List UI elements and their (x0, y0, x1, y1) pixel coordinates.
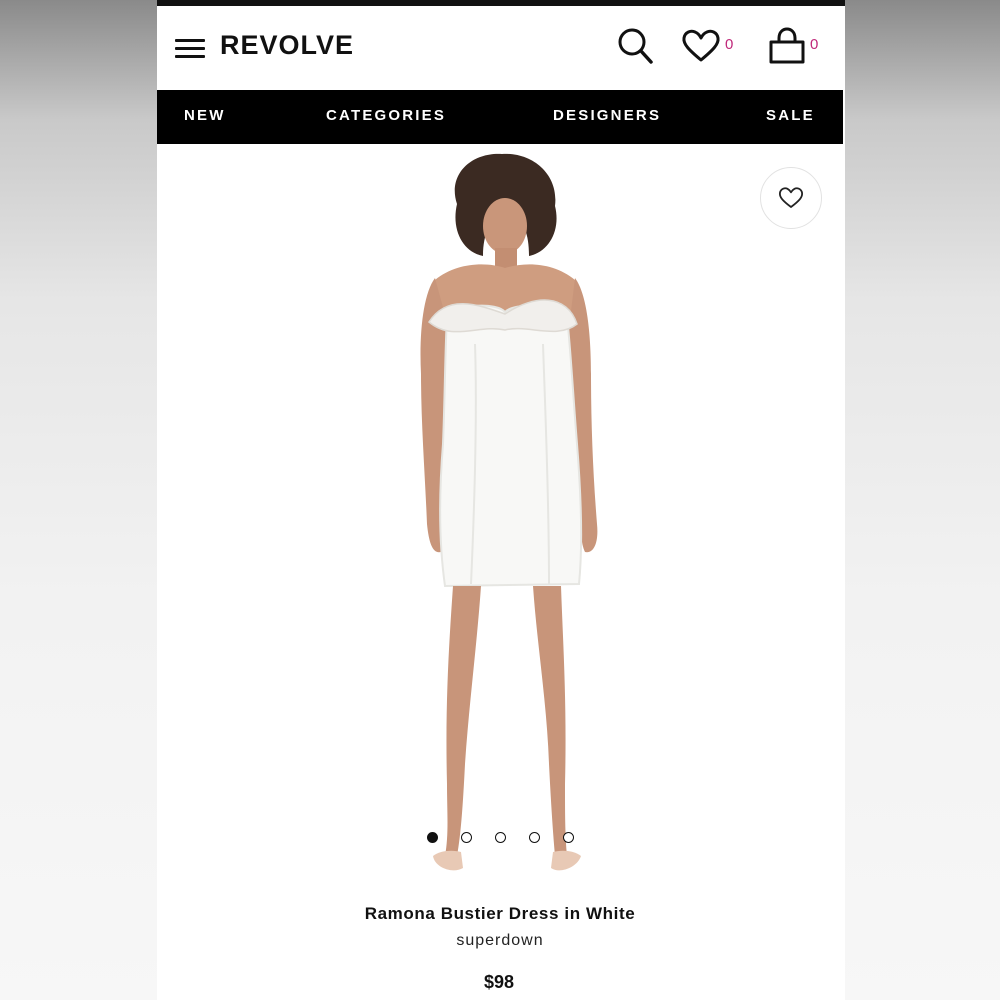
product-price: $98 (483, 972, 515, 992)
wishlist-button[interactable]: 0 (681, 28, 741, 68)
site-header: REVOLVE 0 0 (157, 6, 845, 90)
carousel-dot-5[interactable] (563, 832, 574, 843)
wishlist-count: 0 (725, 36, 734, 53)
carousel-dot-2[interactable] (461, 832, 472, 843)
carousel-dot-3[interactable] (495, 832, 506, 843)
nav-item-categories[interactable]: CATEGORIES (326, 107, 446, 124)
product-brand[interactable]: superdown (157, 932, 843, 950)
nav-item-new[interactable]: NEW (184, 107, 226, 124)
carousel-dot-1[interactable] (427, 832, 438, 843)
bag-icon (769, 27, 805, 64)
nav-item-designers[interactable]: DESIGNERS (553, 107, 661, 124)
bag-count: 0 (810, 36, 819, 53)
site-logo[interactable]: REVOLVE (220, 30, 354, 61)
product-title: Ramona Bustier Dress in White (364, 904, 636, 923)
image-carousel-dots (427, 832, 577, 846)
mobile-page: REVOLVE 0 0 NEW CATEGORIES DESIGNERS SAL… (157, 0, 845, 1000)
background-right (845, 0, 1000, 1000)
heart-outline-icon (778, 187, 804, 208)
heart-icon (682, 29, 720, 62)
product-image[interactable] (157, 144, 845, 890)
menu-icon[interactable] (175, 39, 205, 59)
shopping-bag-button[interactable]: 0 (767, 26, 827, 68)
background-left (0, 0, 157, 1000)
nav-item-sale[interactable]: SALE (766, 107, 815, 124)
search-icon[interactable] (615, 26, 657, 68)
carousel-dot-4[interactable] (529, 832, 540, 843)
main-nav: NEW CATEGORIES DESIGNERS SALE (157, 90, 843, 144)
favorite-button[interactable] (760, 167, 822, 229)
